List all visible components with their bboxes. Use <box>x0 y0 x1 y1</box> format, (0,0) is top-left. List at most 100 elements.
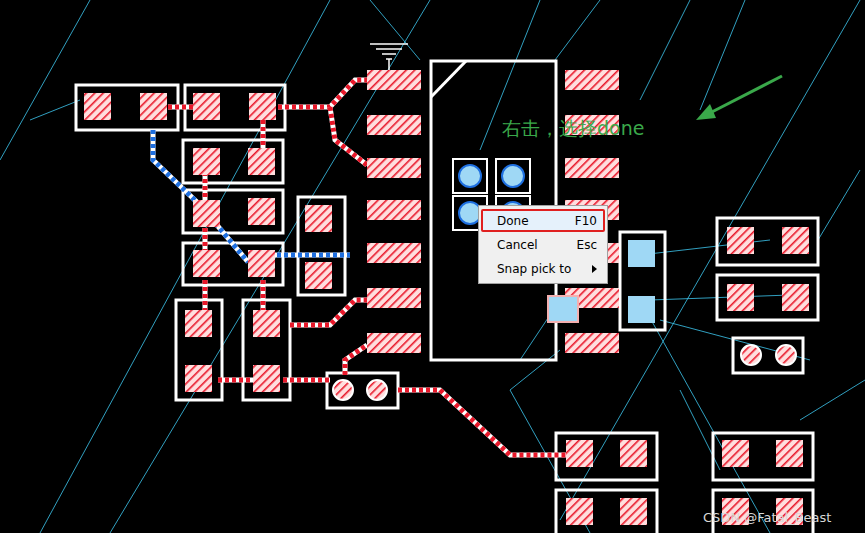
ic-pin1-mark <box>431 61 466 97</box>
smd-pad[interactable] <box>193 148 220 175</box>
component-outline[interactable] <box>76 85 178 130</box>
component-outline[interactable] <box>733 338 803 373</box>
trace-top[interactable] <box>168 107 193 108</box>
smd-pad[interactable] <box>140 93 167 120</box>
smd-pad[interactable] <box>249 93 276 120</box>
trace-top[interactable] <box>218 380 253 381</box>
trace-bottom[interactable] <box>270 255 350 256</box>
airwire <box>640 300 770 533</box>
smd-pad[interactable] <box>193 250 220 277</box>
smd-pad[interactable] <box>620 498 647 525</box>
component-outline[interactable] <box>185 85 285 130</box>
smd-pad[interactable] <box>253 310 280 337</box>
thru-pad[interactable] <box>367 380 387 400</box>
menu-item[interactable]: CancelEsc <box>481 233 605 256</box>
trace-top[interactable] <box>345 345 367 375</box>
ic-pad[interactable] <box>367 333 421 353</box>
thru-pad[interactable] <box>333 380 353 400</box>
smd-pad[interactable] <box>727 227 754 254</box>
smd-pad[interactable] <box>193 93 220 120</box>
airwire <box>40 0 330 533</box>
trace-top[interactable] <box>290 300 367 325</box>
component-outline[interactable] <box>717 275 818 320</box>
thru-pad[interactable] <box>776 345 796 365</box>
airwire <box>510 350 560 390</box>
trace-top[interactable] <box>205 172 206 200</box>
component-outline[interactable] <box>243 300 290 400</box>
airwire <box>370 0 420 60</box>
ic-pad[interactable] <box>565 158 619 178</box>
airwire <box>0 0 90 160</box>
component-outline[interactable] <box>183 243 283 285</box>
ic-pad[interactable] <box>367 158 421 178</box>
smd-pad[interactable] <box>185 310 212 337</box>
thru-pad[interactable] <box>741 345 761 365</box>
bottom-pad[interactable] <box>628 240 655 267</box>
trace-top[interactable] <box>263 120 264 150</box>
smd-pad[interactable] <box>84 93 111 120</box>
smd-pad[interactable] <box>248 148 275 175</box>
annotation-text: 右击，选择done <box>502 117 644 139</box>
via[interactable] <box>496 159 530 193</box>
ground-icon <box>370 44 408 70</box>
pcb-canvas[interactable]: 右击，选择done CSDN @Fatal_Beast <box>0 0 865 533</box>
bottom-pad[interactable] <box>548 296 578 322</box>
trace-top[interactable] <box>205 280 206 310</box>
component-outline[interactable] <box>620 232 665 330</box>
ic-pad[interactable] <box>565 70 619 90</box>
airwire <box>650 295 790 300</box>
trace-top[interactable] <box>278 80 367 107</box>
component-outline[interactable] <box>717 218 818 265</box>
component-outline[interactable] <box>298 197 345 295</box>
airwire <box>800 380 865 420</box>
trace-top[interactable] <box>283 380 330 381</box>
smd-pad[interactable] <box>782 227 809 254</box>
airwire <box>640 0 690 100</box>
ic-pad[interactable] <box>367 115 421 135</box>
via[interactable] <box>453 159 487 193</box>
pcb-editor: 右击，选择done CSDN @Fatal_Beast DoneF10CancelE… <box>0 0 865 533</box>
arrow-icon <box>696 76 782 120</box>
ic-pad[interactable] <box>367 200 421 220</box>
trace-bottom[interactable] <box>153 130 248 262</box>
watermark: CSDN @Fatal_Beast <box>703 510 831 525</box>
ic-pad[interactable] <box>367 243 421 263</box>
trace-top[interactable] <box>263 280 264 310</box>
airwire <box>110 0 430 533</box>
smd-pad[interactable] <box>193 200 220 227</box>
smd-pad[interactable] <box>566 440 593 467</box>
smd-pad[interactable] <box>776 440 803 467</box>
submenu-arrow-icon <box>592 265 597 273</box>
bottom-pad[interactable] <box>628 296 655 323</box>
airwire <box>818 170 860 240</box>
smd-pad[interactable] <box>305 262 332 289</box>
airwire <box>700 0 745 110</box>
trace-top[interactable] <box>398 390 566 455</box>
component-outline[interactable] <box>183 140 283 183</box>
smd-pad[interactable] <box>248 198 275 225</box>
component-outline[interactable] <box>556 433 657 480</box>
smd-pad[interactable] <box>253 365 280 392</box>
trace-top[interactable] <box>205 228 206 252</box>
ic-pad[interactable] <box>565 333 619 353</box>
component-outline[interactable] <box>327 373 398 408</box>
ic-pad[interactable] <box>367 288 421 308</box>
component-outline[interactable] <box>713 433 813 480</box>
smd-pad[interactable] <box>620 440 647 467</box>
ic-pad[interactable] <box>367 70 421 90</box>
airwire <box>555 0 600 60</box>
trace-top[interactable] <box>330 107 367 165</box>
smd-pad[interactable] <box>185 365 212 392</box>
component-outline[interactable] <box>176 300 222 400</box>
smd-pad[interactable] <box>248 250 275 277</box>
component-outline[interactable] <box>183 190 283 233</box>
airwire <box>30 100 80 120</box>
smd-pad[interactable] <box>305 205 332 232</box>
smd-pad[interactable] <box>566 498 593 525</box>
component-outline[interactable] <box>556 490 657 533</box>
smd-pad[interactable] <box>782 284 809 311</box>
menu-item[interactable]: DoneF10 <box>481 209 605 232</box>
menu-item[interactable]: Snap pick to <box>481 257 605 280</box>
smd-pad[interactable] <box>727 284 754 311</box>
smd-pad[interactable] <box>722 440 749 467</box>
